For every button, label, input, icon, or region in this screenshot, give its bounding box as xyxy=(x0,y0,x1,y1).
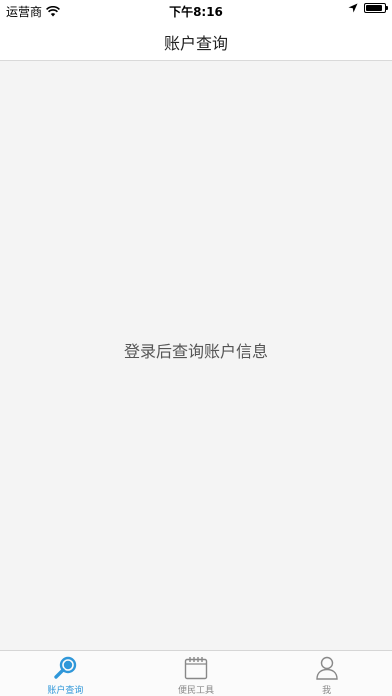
status-bar: 运营商 下午8:16 xyxy=(0,0,392,20)
status-right xyxy=(348,3,388,13)
login-prompt-text: 登录后查询账户信息 xyxy=(123,342,268,361)
nav-bar: 账户查询 xyxy=(0,20,392,61)
tab-label: 账户查询 xyxy=(47,686,84,696)
calendar-icon xyxy=(184,657,208,680)
app-screen: 运营商 下午8:16 账户查询 登录后查询账户信息 账户查询 便民工具 我 xyxy=(0,0,392,696)
battery-icon xyxy=(364,3,388,13)
tab-convenience-tools[interactable]: 便民工具 xyxy=(131,651,262,696)
tab-bar: 账户查询 便民工具 我 xyxy=(0,650,392,696)
tab-me[interactable]: 我 xyxy=(261,651,392,696)
location-arrow-icon xyxy=(348,3,358,13)
main-content: 登录后查询账户信息 xyxy=(0,61,392,650)
magnifier-icon xyxy=(54,656,77,679)
status-time: 下午8:16 xyxy=(169,5,223,19)
page-title: 账户查询 xyxy=(163,34,228,53)
tab-account-query[interactable]: 账户查询 xyxy=(0,651,131,696)
user-icon xyxy=(315,656,338,680)
tab-label: 便民工具 xyxy=(178,686,215,696)
battery-fill xyxy=(366,5,382,11)
tab-label: 我 xyxy=(322,686,332,696)
